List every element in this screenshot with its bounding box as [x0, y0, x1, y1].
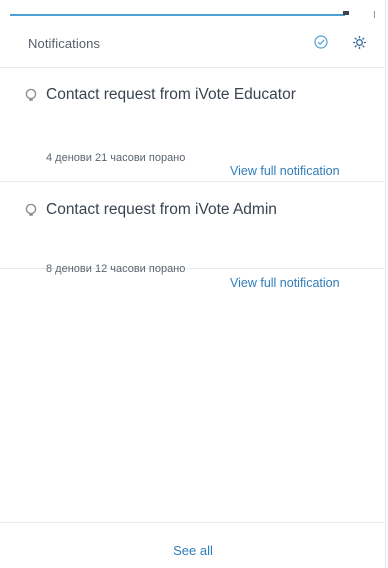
notification-title: Contact request from iVote Admin	[46, 201, 277, 218]
see-all-link[interactable]: See all	[0, 543, 386, 558]
lightbulb-icon	[24, 88, 38, 102]
notification-item[interactable]: Contact request from iVote Educator 4 де…	[0, 68, 386, 182]
scroll-indicator	[374, 11, 375, 18]
notifications-footer: See all	[0, 522, 386, 568]
view-full-notification-link[interactable]: View full notification	[230, 276, 340, 290]
top-accent-bar	[10, 14, 345, 16]
gear-icon[interactable]	[350, 33, 368, 51]
notifications-popover: Notifications Contact request from iVote	[0, 0, 386, 568]
notifications-header: Notifications	[0, 22, 386, 68]
notification-title: Contact request from iVote Educator	[46, 86, 296, 103]
header-title: Notifications	[28, 36, 101, 51]
lightbulb-icon	[24, 203, 38, 217]
notification-item[interactable]: Contact request from iVote Admin 8 денов…	[0, 183, 386, 290]
check-circle-icon[interactable]	[312, 33, 330, 51]
view-full-notification-link[interactable]: View full notification	[230, 164, 340, 178]
popover-notch	[343, 11, 349, 15]
notification-time: 4 денови 21 часови порано	[46, 152, 186, 164]
notification-time: 8 денови 12 часови порано	[46, 263, 186, 275]
